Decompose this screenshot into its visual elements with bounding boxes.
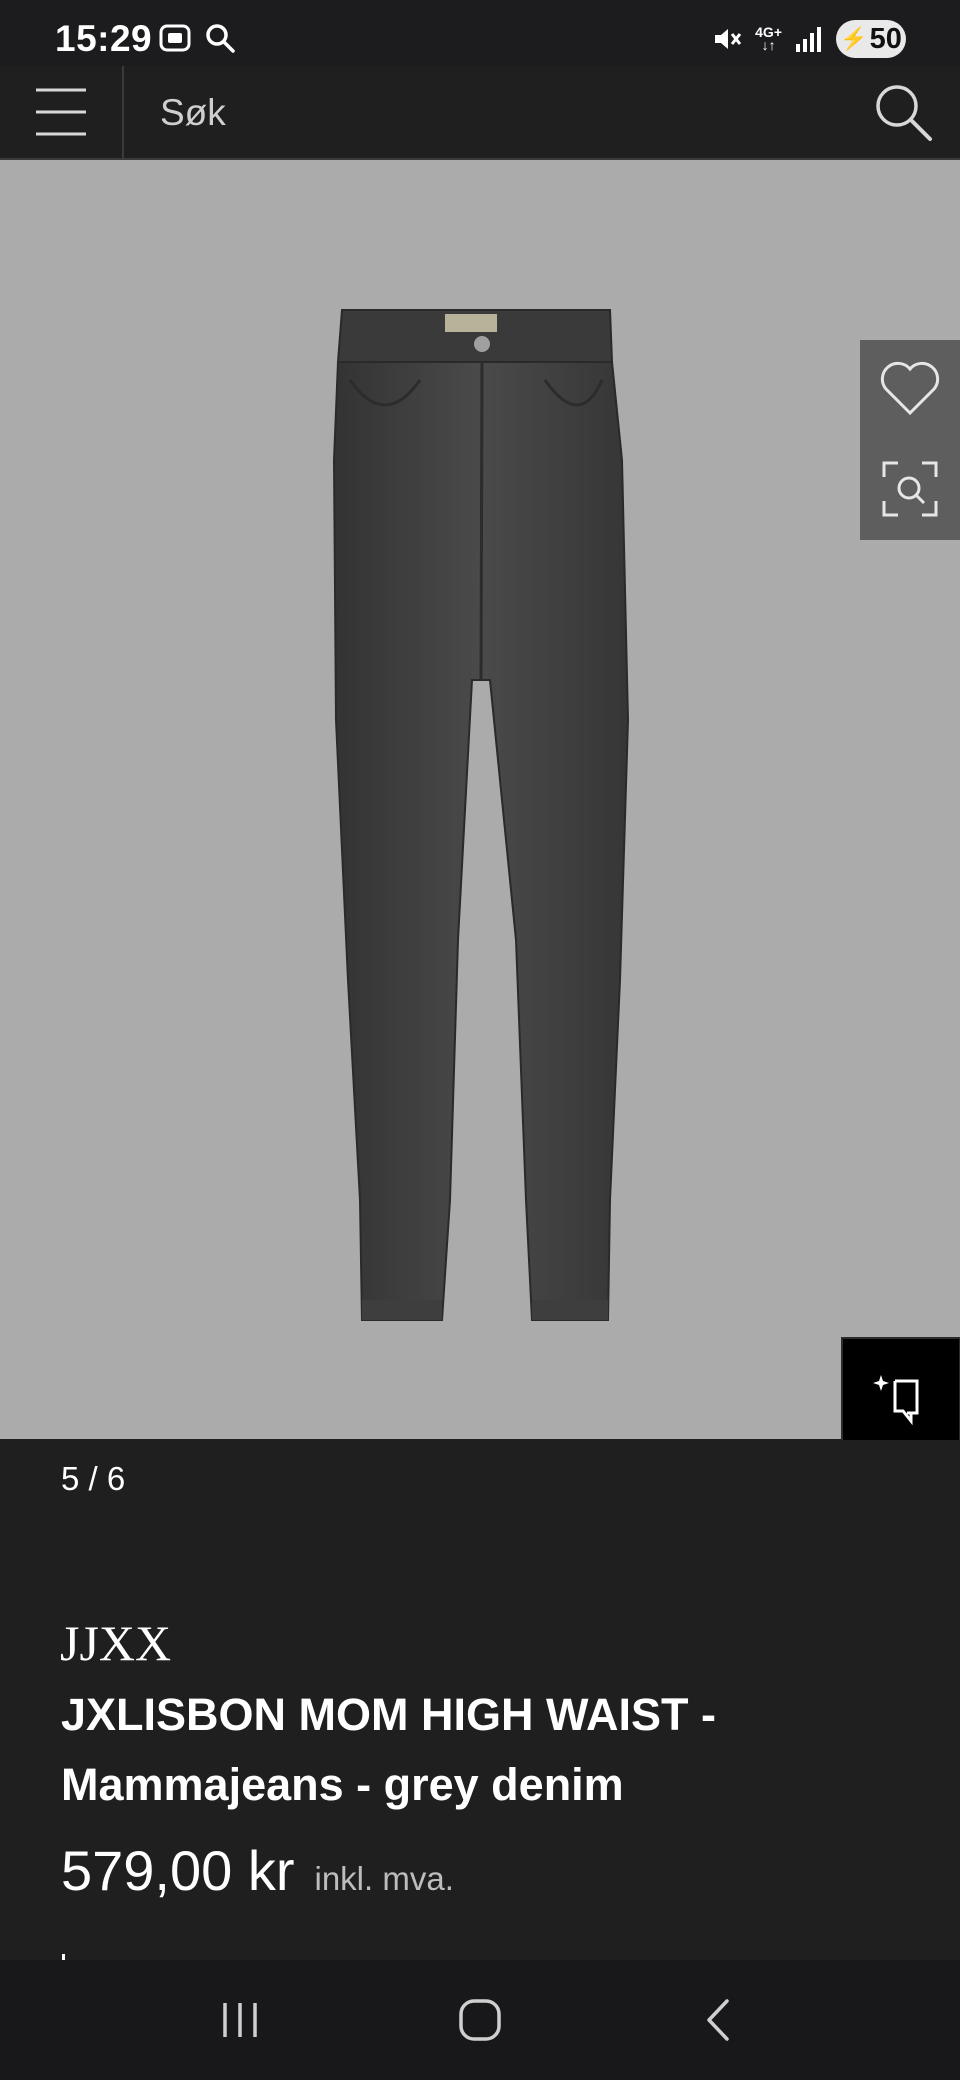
product-image-gallery[interactable] — [0, 160, 960, 1457]
image-side-actions — [860, 340, 960, 540]
menu-button[interactable] — [0, 66, 124, 158]
ai-assist-icon — [873, 1375, 919, 1426]
recent-apps-icon[interactable] — [215, 1995, 265, 2045]
network-label: 4G+ ↓↑ — [755, 24, 782, 53]
system-nav-bar — [0, 1960, 960, 2080]
heart-icon[interactable] — [878, 359, 942, 419]
home-icon[interactable] — [455, 1995, 505, 2045]
search-icon — [876, 85, 932, 141]
status-right-icons: 4G+ ↓↑ ⚡ 50 — [711, 20, 906, 58]
menu-icon — [36, 88, 86, 136]
status-left-icons — [158, 22, 236, 54]
product-title: JXLISBON MOM HIGH WAIST - Mammajeans - g… — [61, 1689, 717, 1810]
status-bar: 15:29 4G+ ↓↑ ⚡ 50 — [0, 0, 960, 66]
price-row: 579,00 kr inkl. mva. — [61, 1838, 454, 1903]
product-price: 579,00 kr — [61, 1839, 295, 1902]
signal-icon — [796, 27, 821, 52]
top-bar: Søk — [0, 66, 960, 160]
search-icon — [206, 24, 235, 53]
search-button[interactable] — [868, 66, 938, 158]
status-time: 15:29 — [55, 18, 153, 59]
screenshot-icon — [159, 24, 191, 52]
mute-icon — [715, 29, 742, 49]
brand-name[interactable]: JJXX — [60, 1614, 171, 1672]
search-input[interactable]: Søk — [160, 92, 226, 134]
image-counter: 5 / 6 — [61, 1460, 126, 1497]
back-icon[interactable] — [695, 1995, 745, 2045]
product-info: 5 / 6 JJXX JXLISBON MOM HIGH WAIST - Mam… — [0, 1440, 960, 1960]
battery-level: 50 — [869, 22, 902, 55]
battery-icon: ⚡ 50 — [836, 20, 906, 58]
visual-search-icon[interactable] — [878, 457, 942, 521]
product-image-jeans[interactable] — [290, 300, 670, 1450]
vat-note: inkl. mva. — [314, 1860, 454, 1897]
ai-assist-button[interactable] — [841, 1337, 960, 1457]
